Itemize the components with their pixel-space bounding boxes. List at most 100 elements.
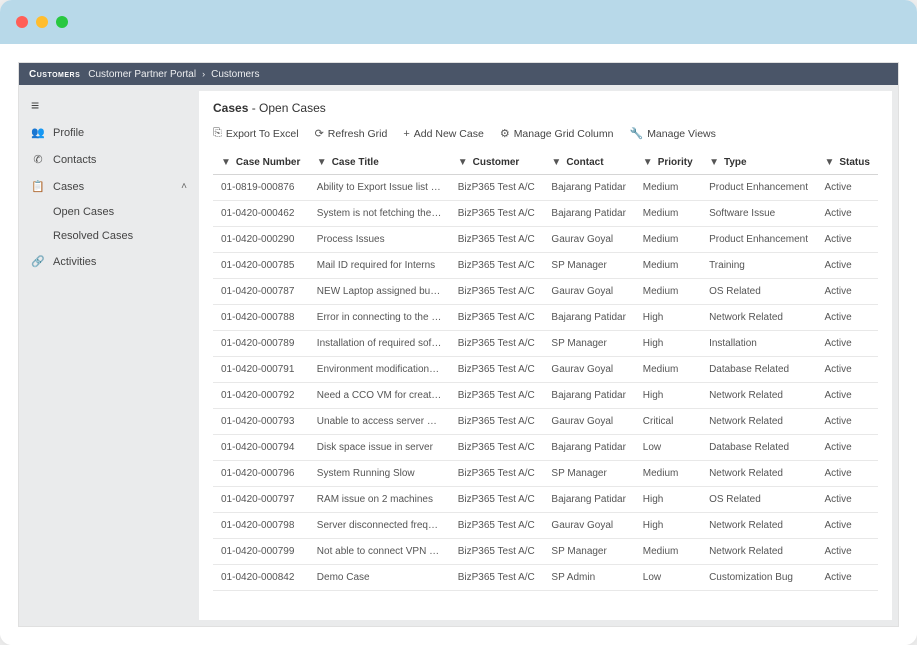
filter-icon[interactable]: ▼: [643, 157, 653, 168]
cell-type: OS Related: [701, 487, 816, 513]
toolbar: ⎘ Export To Excel ⟳ Refresh Grid + Add N…: [199, 123, 892, 151]
sidebar-item-profile[interactable]: 👥 Profile: [19, 119, 199, 146]
cell-contact: Gaurav Goyal: [543, 357, 634, 383]
sidebar-item-cases[interactable]: 📋 Cases ˄: [19, 173, 199, 200]
cell-priority: Critical: [635, 409, 701, 435]
page-title-main: Cases: [213, 101, 248, 115]
cell-case-number: 01-0420-000462: [213, 201, 309, 227]
table-row[interactable]: 01-0420-000789Installation of required s…: [213, 331, 878, 357]
content-panel: Cases - Open Cases ⎘ Export To Excel ⟳ R…: [199, 91, 892, 620]
filter-icon[interactable]: ▼: [551, 157, 561, 168]
table-row[interactable]: 01-0420-000785Mail ID required for Inter…: [213, 253, 878, 279]
cell-status: Active: [816, 279, 878, 305]
column-header-type[interactable]: ▼Type: [701, 151, 816, 175]
cell-priority: High: [635, 331, 701, 357]
cell-status: Active: [816, 253, 878, 279]
plus-icon: +: [403, 128, 409, 140]
browser-header: [0, 0, 917, 44]
table-row[interactable]: 01-0420-000842Demo CaseBizP365 Test A/CS…: [213, 565, 878, 591]
table-row[interactable]: 01-0420-000788Error in connecting to the…: [213, 305, 878, 331]
column-header-contact[interactable]: ▼Contact: [543, 151, 634, 175]
table-row[interactable]: 01-0420-000793Unable to access server sh…: [213, 409, 878, 435]
data-grid-wrapper[interactable]: ▼Case Number ▼Case Title ▼Customer ▼Cont…: [199, 151, 892, 620]
cell-contact: Gaurav Goyal: [543, 227, 634, 253]
table-body: 01-0819-000876Ability to Export Issue li…: [213, 175, 878, 591]
cell-status: Active: [816, 305, 878, 331]
cell-case-number: 01-0420-000799: [213, 539, 309, 565]
close-window-button[interactable]: [16, 16, 28, 28]
table-row[interactable]: 01-0420-000462System is not fetching the…: [213, 201, 878, 227]
cell-case-number: 01-0420-000842: [213, 565, 309, 591]
cell-case-title: Mail ID required for Interns: [309, 253, 450, 279]
breadcrumb-item-2[interactable]: Customers: [211, 69, 259, 80]
cell-case-title: Demo Case: [309, 565, 450, 591]
export-excel-button[interactable]: ⎘ Export To Excel: [213, 127, 299, 140]
cell-case-title: Unable to access server shar...: [309, 409, 450, 435]
add-new-case-button[interactable]: + Add New Case: [403, 127, 483, 140]
table-row[interactable]: 01-0420-000792Need a CCO VM for creating…: [213, 383, 878, 409]
cell-contact: Gaurav Goyal: [543, 409, 634, 435]
filter-icon[interactable]: ▼: [709, 157, 719, 168]
page-title-sub: - Open Cases: [248, 101, 325, 115]
table-row[interactable]: 01-0420-000797RAM issue on 2 machinesBiz…: [213, 487, 878, 513]
cell-customer: BizP365 Test A/C: [450, 305, 544, 331]
table-row[interactable]: 01-0420-000787NEW Laptop assigned but O.…: [213, 279, 878, 305]
filter-icon[interactable]: ▼: [221, 157, 231, 168]
filter-icon[interactable]: ▼: [317, 157, 327, 168]
cell-type: Network Related: [701, 383, 816, 409]
cell-case-number: 01-0420-000797: [213, 487, 309, 513]
table-row[interactable]: 01-0420-000799Not able to connect VPN se…: [213, 539, 878, 565]
column-header-status[interactable]: ▼Status: [816, 151, 878, 175]
main-layout: ≡ 👥 Profile ✆ Contacts 📋 Cases ˄: [19, 85, 898, 626]
column-header-case-title[interactable]: ▼Case Title: [309, 151, 450, 175]
sidebar-item-label: Cases: [53, 181, 84, 193]
table-row[interactable]: 01-0420-000290Process IssuesBizP365 Test…: [213, 227, 878, 253]
cell-customer: BizP365 Test A/C: [450, 565, 544, 591]
column-header-priority[interactable]: ▼Priority: [635, 151, 701, 175]
column-header-case-number[interactable]: ▼Case Number: [213, 151, 309, 175]
refresh-grid-button[interactable]: ⟳ Refresh Grid: [315, 127, 388, 140]
cell-type: Network Related: [701, 409, 816, 435]
breadcrumb-item-1[interactable]: Customer Partner Portal: [88, 69, 196, 80]
cell-customer: BizP365 Test A/C: [450, 227, 544, 253]
cell-case-title: Process Issues: [309, 227, 450, 253]
sidebar-subitem-resolved-cases[interactable]: Resolved Cases: [53, 224, 199, 248]
breadcrumb: Customer Partner Portal › Customers: [88, 69, 259, 80]
sidebar-item-activities[interactable]: 🔗 Activities: [19, 248, 199, 275]
share-icon: 🔗: [31, 255, 45, 268]
column-header-customer[interactable]: ▼Customer: [450, 151, 544, 175]
toolbar-label: Refresh Grid: [328, 128, 388, 140]
cell-contact: Bajarang Patidar: [543, 383, 634, 409]
cell-case-title: System is not fetching the alr...: [309, 201, 450, 227]
manage-views-button[interactable]: 🔧 Manage Views: [629, 127, 715, 140]
cell-case-number: 01-0420-000796: [213, 461, 309, 487]
cell-type: Product Enhancement: [701, 227, 816, 253]
table-row[interactable]: 01-0819-000876Ability to Export Issue li…: [213, 175, 878, 201]
sidebar-toggle-button[interactable]: ≡: [19, 91, 199, 119]
cell-status: Active: [816, 201, 878, 227]
maximize-window-button[interactable]: [56, 16, 68, 28]
table-row[interactable]: 01-0420-000794Disk space issue in server…: [213, 435, 878, 461]
cell-contact: Bajarang Patidar: [543, 305, 634, 331]
toolbar-label: Manage Grid Column: [514, 128, 614, 140]
wrench-icon: 🔧: [629, 127, 643, 140]
cell-status: Active: [816, 175, 878, 201]
cell-priority: Medium: [635, 253, 701, 279]
sidebar-subitem-open-cases[interactable]: Open Cases: [53, 200, 199, 224]
sidebar-item-contacts[interactable]: ✆ Contacts: [19, 146, 199, 173]
filter-icon[interactable]: ▼: [824, 157, 834, 168]
cell-type: Database Related: [701, 357, 816, 383]
cell-type: Network Related: [701, 305, 816, 331]
manage-grid-column-button[interactable]: ⚙ Manage Grid Column: [500, 127, 614, 140]
cell-contact: SP Manager: [543, 253, 634, 279]
cell-case-number: 01-0420-000290: [213, 227, 309, 253]
table-row[interactable]: 01-0420-000798Server disconnected freque…: [213, 513, 878, 539]
cell-contact: SP Manager: [543, 539, 634, 565]
table-row[interactable]: 01-0420-000796System Running SlowBizP365…: [213, 461, 878, 487]
cell-customer: BizP365 Test A/C: [450, 513, 544, 539]
cell-type: Product Enhancement: [701, 175, 816, 201]
filter-icon[interactable]: ▼: [458, 157, 468, 168]
sidebar-item-label: Profile: [53, 127, 84, 139]
table-row[interactable]: 01-0420-000791Environment modification r…: [213, 357, 878, 383]
minimize-window-button[interactable]: [36, 16, 48, 28]
